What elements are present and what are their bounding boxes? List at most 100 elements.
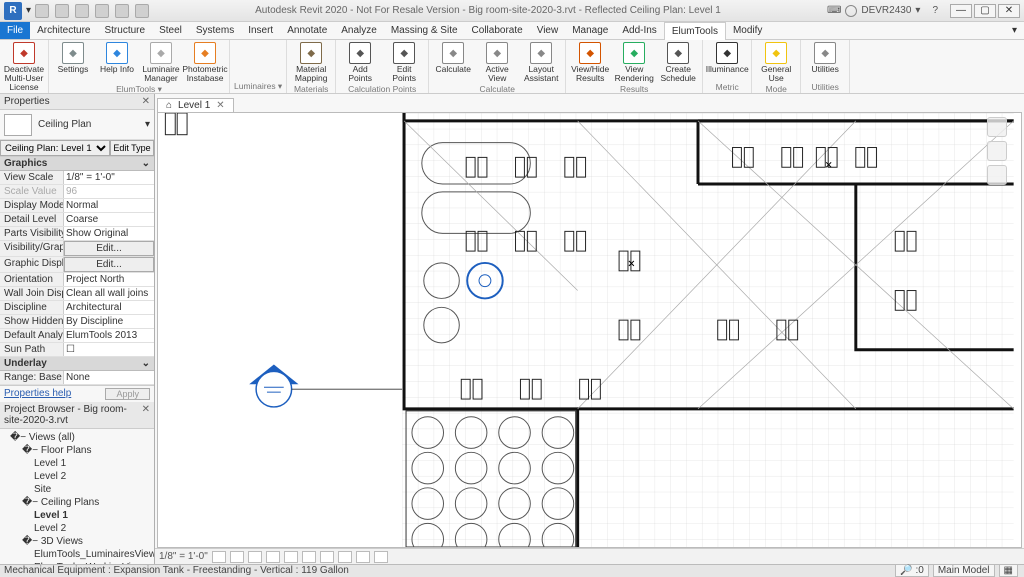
vc-crop-icon[interactable] xyxy=(302,551,316,563)
prop-row[interactable]: Scale Value96 xyxy=(0,185,154,199)
menu-tab-manage[interactable]: Manage xyxy=(565,22,615,39)
selection-count[interactable]: 🔎 :0 xyxy=(895,564,929,577)
prop-row[interactable]: Parts VisibilityShow Original xyxy=(0,227,154,241)
tree-node[interactable]: �− Floor Plans xyxy=(2,444,152,457)
file-tab[interactable]: File xyxy=(0,22,30,39)
ribbon-material-mapping[interactable]: ◆Material Mapping xyxy=(291,42,331,83)
ribbon-utilities[interactable]: ◆Utilities xyxy=(805,42,845,81)
menu-tab-structure[interactable]: Structure xyxy=(97,22,152,39)
nav-pan-icon[interactable] xyxy=(987,165,1007,185)
menu-tab-analyze[interactable]: Analyze xyxy=(334,22,384,39)
prop-row[interactable]: Range: Base LevelNone xyxy=(0,371,154,385)
menu-tab-modify[interactable]: Modify xyxy=(726,22,769,39)
ribbon-edit-points[interactable]: ◆Edit Points xyxy=(384,42,424,83)
ribbon-settings[interactable]: ◆Settings xyxy=(53,42,93,83)
qat-print-icon[interactable] xyxy=(115,4,129,18)
browser-close-icon[interactable]: ✕ xyxy=(142,404,150,426)
vc-sun-icon[interactable] xyxy=(248,551,262,563)
ribbon-view-rendering[interactable]: ◆View Rendering xyxy=(614,42,654,83)
prop-row[interactable]: Graphic Display Opt...Edit... xyxy=(0,257,154,273)
status-filter-icon[interactable]: ▦ xyxy=(999,564,1018,577)
ribbon-deactivate-multi-user-license[interactable]: ◆Deactivate Multi-User License xyxy=(4,42,44,92)
edit-type-button[interactable]: Edit Type xyxy=(110,140,154,156)
user-area[interactable]: ⌨ DEVR2430 ▾ ? xyxy=(827,5,938,17)
menu-tab-collaborate[interactable]: Collaborate xyxy=(465,22,530,39)
vc-lock-icon[interactable] xyxy=(338,551,352,563)
properties-help-link[interactable]: Properties help xyxy=(4,388,71,400)
menu-tab-insert[interactable]: Insert xyxy=(241,22,280,39)
vc-temp-hide-icon[interactable] xyxy=(356,551,370,563)
vc-visual-style-icon[interactable] xyxy=(230,551,244,563)
prop-row[interactable]: Detail LevelCoarse xyxy=(0,213,154,227)
close-button[interactable]: ✕ xyxy=(998,4,1020,18)
ribbon-add-points[interactable]: ◆Add Points xyxy=(340,42,380,83)
view-tab-close-icon[interactable]: ✕ xyxy=(216,100,224,111)
qat-save-icon[interactable] xyxy=(55,4,69,18)
prop-row[interactable]: OrientationProject North xyxy=(0,273,154,287)
project-browser[interactable]: �− Views (all)�− Floor Plans Level 1 Lev… xyxy=(0,429,154,564)
menu-tab-steel[interactable]: Steel xyxy=(152,22,189,39)
ribbon-general-use[interactable]: ◆General Use xyxy=(756,42,796,83)
menu-tab-elumtools[interactable]: ElumTools xyxy=(664,22,726,40)
vc-rendering-icon[interactable] xyxy=(284,551,298,563)
tree-node[interactable]: Level 1 xyxy=(2,457,152,470)
view-scale[interactable]: 1/8" = 1'-0" xyxy=(159,551,208,562)
tree-node[interactable]: Level 2 xyxy=(2,522,152,535)
workset-selector[interactable]: Main Model xyxy=(933,564,995,577)
tree-node[interactable]: �− Ceiling Plans xyxy=(2,496,152,509)
prop-row[interactable]: Default Analysis Dis...ElumTools 2013 xyxy=(0,329,154,343)
prop-row[interactable]: View Scale1/8" = 1'-0" xyxy=(0,171,154,185)
prop-row[interactable]: Visibility/Graphics ...Edit... xyxy=(0,241,154,257)
nav-home-icon[interactable] xyxy=(987,117,1007,137)
qat-undo-icon[interactable] xyxy=(75,4,89,18)
vc-shadows-icon[interactable] xyxy=(266,551,280,563)
view-tab-level1[interactable]: ⌂ Level 1 ✕ xyxy=(157,98,234,112)
prop-group-underlay[interactable]: Underlay⌄ xyxy=(0,357,154,371)
vc-detail-icon[interactable] xyxy=(212,551,226,563)
minimize-button[interactable]: — xyxy=(950,4,972,18)
menu-tab-systems[interactable]: Systems xyxy=(189,22,241,39)
menu-tab-architecture[interactable]: Architecture xyxy=(30,22,97,39)
nav-bar[interactable] xyxy=(987,117,1017,197)
ribbon-luminaire-manager[interactable]: ◆Luminaire Manager xyxy=(141,42,181,83)
qat-redo-icon[interactable] xyxy=(95,4,109,18)
prop-row[interactable]: Show Hidden LinesBy Discipline xyxy=(0,315,154,329)
menu-tab-massing-site[interactable]: Massing & Site xyxy=(384,22,465,39)
apply-button[interactable]: Apply xyxy=(105,388,150,400)
type-selector[interactable]: Ceiling Plan: Level 1 xyxy=(0,140,110,156)
hint-dropdown[interactable]: ▾ xyxy=(1005,22,1024,39)
vc-crop-region-icon[interactable] xyxy=(320,551,334,563)
ribbon-help-info[interactable]: ◆Help Info xyxy=(97,42,137,83)
family-chevron-icon[interactable]: ▾ xyxy=(145,119,150,130)
ribbon-photometric-instabase[interactable]: ◆Photometric Instabase xyxy=(185,42,225,83)
prop-row[interactable]: Display ModelNormal xyxy=(0,199,154,213)
menu-tab-add-ins[interactable]: Add-Ins xyxy=(615,22,663,39)
tree-node[interactable]: Level 1 xyxy=(2,509,152,522)
ribbon-create-schedule[interactable]: ◆Create Schedule xyxy=(658,42,698,83)
nav-wheel-icon[interactable] xyxy=(987,141,1007,161)
ribbon-view-hide-results[interactable]: ◆View/Hide Results xyxy=(570,42,610,83)
prop-row[interactable]: DisciplineArchitectural xyxy=(0,301,154,315)
vc-reveal-icon[interactable] xyxy=(374,551,388,563)
qat-chevron[interactable]: ▾ xyxy=(26,5,31,16)
tree-node[interactable]: ElumTools_LuminairesView xyxy=(2,548,152,561)
tree-node[interactable]: �− Views (all) xyxy=(2,431,152,444)
ribbon-layout-assistant[interactable]: ◆Layout Assistant xyxy=(521,42,561,83)
family-name[interactable]: Ceiling Plan xyxy=(38,119,91,130)
prop-group-graphics[interactable]: Graphics⌄ xyxy=(0,157,154,171)
ribbon-illuminance[interactable]: ◆Illuminance xyxy=(707,42,747,81)
menu-tab-view[interactable]: View xyxy=(530,22,566,39)
qat-open-icon[interactable] xyxy=(35,4,49,18)
maximize-button[interactable]: ▢ xyxy=(974,4,996,18)
ribbon-calculate[interactable]: ◆Calculate xyxy=(433,42,473,83)
tree-node[interactable]: ElumTools_WorkingView xyxy=(2,561,152,564)
tree-node[interactable]: Level 2 xyxy=(2,470,152,483)
tree-node[interactable]: �− 3D Views xyxy=(2,535,152,548)
properties-close-icon[interactable]: ✕ xyxy=(142,96,150,107)
drawing-canvas[interactable] xyxy=(157,112,1022,548)
qat-measure-icon[interactable] xyxy=(135,4,149,18)
tree-node[interactable]: Site xyxy=(2,483,152,496)
prop-row[interactable]: Sun Path☐ xyxy=(0,343,154,357)
prop-row[interactable]: Wall Join DisplayClean all wall joins xyxy=(0,287,154,301)
menu-tab-annotate[interactable]: Annotate xyxy=(280,22,334,39)
